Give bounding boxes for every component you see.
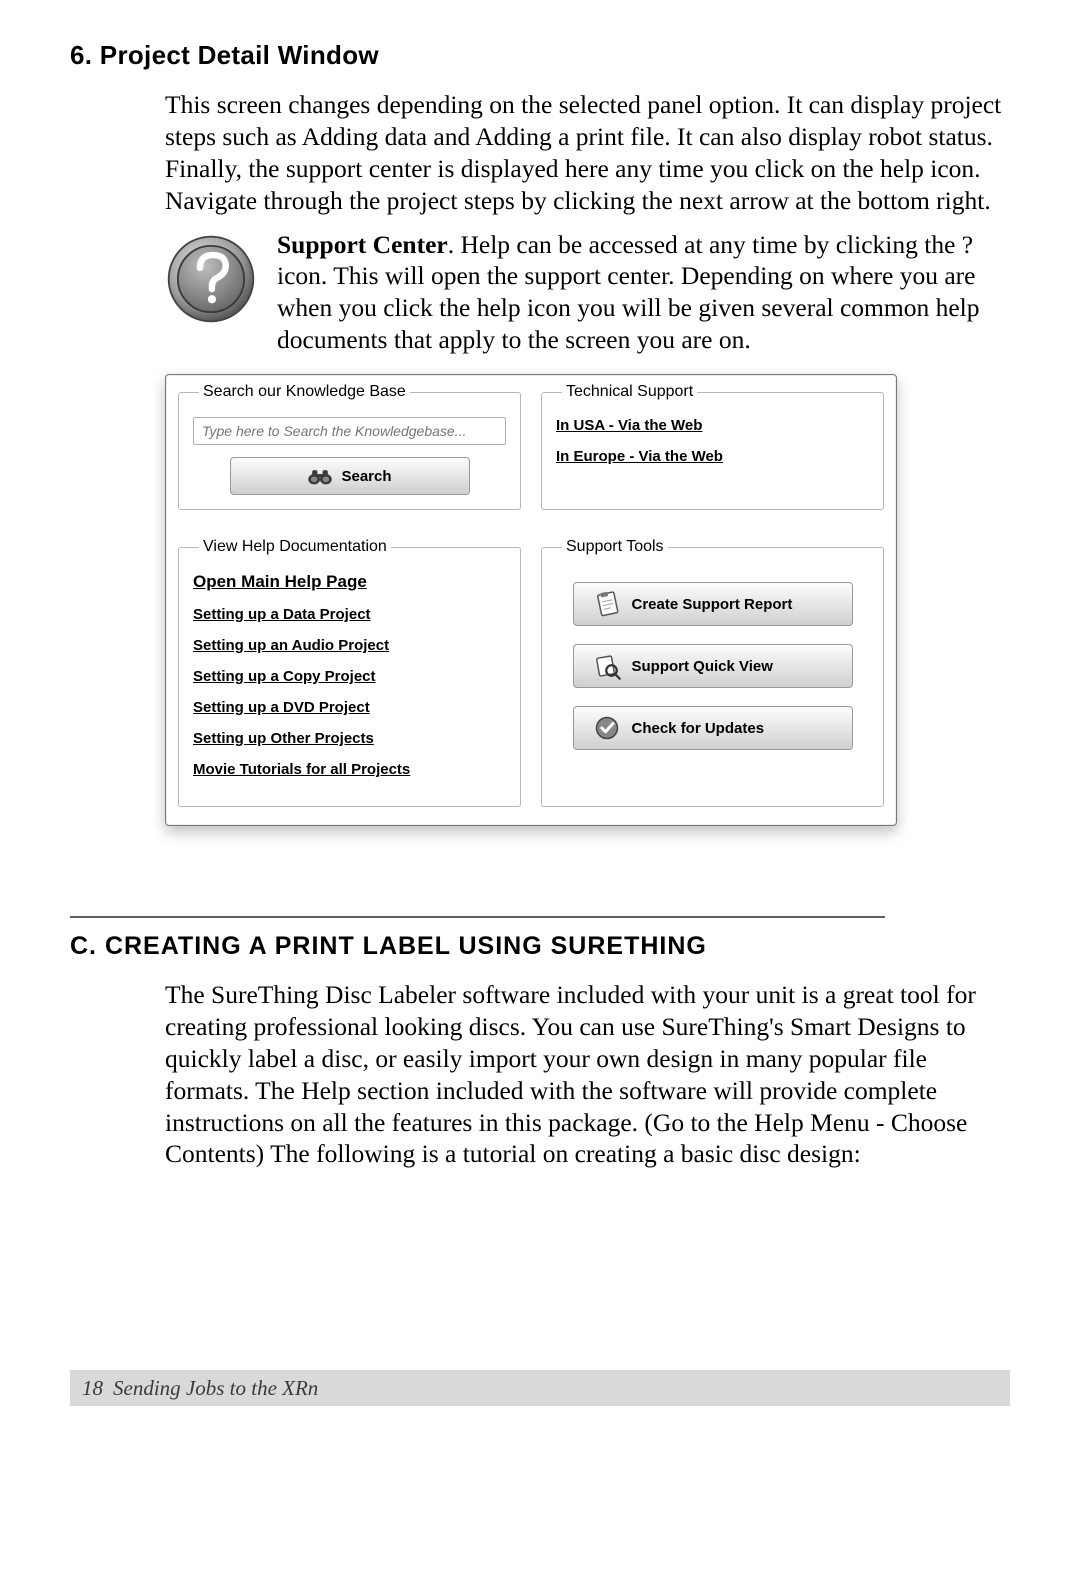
binoculars-icon	[307, 465, 333, 487]
tech-support-link-europe[interactable]: In Europe - Via the Web	[556, 448, 869, 465]
create-support-report-button[interactable]: Create Support Report	[573, 582, 853, 626]
knowledge-base-legend: Search our Knowledge Base	[199, 383, 410, 401]
tech-support-link-usa[interactable]: In USA - Via the Web	[556, 417, 869, 434]
help-doc-link-copy[interactable]: Setting up a Copy Project	[193, 668, 506, 685]
technical-support-legend: Technical Support	[562, 383, 697, 401]
magnifier-doc-icon	[592, 651, 622, 681]
check-for-updates-button[interactable]: Check for Updates	[573, 706, 853, 750]
support-quick-view-label: Support Quick View	[632, 658, 773, 675]
help-doc-link-data[interactable]: Setting up a Data Project	[193, 606, 506, 623]
check-circle-icon	[592, 713, 622, 743]
search-button-label: Search	[341, 468, 391, 485]
support-tools-group: Support Tools Create Support Report	[541, 538, 884, 807]
support-center-paragraph: Support Center. Help can be accessed at …	[277, 229, 1010, 357]
check-for-updates-label: Check for Updates	[632, 720, 765, 737]
section-6-paragraph: This screen changes depending on the sel…	[165, 89, 1010, 217]
knowledge-base-search-button[interactable]: Search	[230, 457, 470, 495]
help-docs-group: View Help Documentation Open Main Help P…	[178, 538, 521, 807]
create-support-report-label: Create Support Report	[632, 596, 793, 613]
clipboard-icon	[592, 589, 622, 619]
help-icon	[165, 229, 257, 325]
page-number: 18	[82, 1376, 103, 1401]
help-doc-link-main[interactable]: Open Main Help Page	[193, 572, 506, 592]
section-divider	[70, 916, 885, 918]
knowledge-base-search-input[interactable]	[193, 417, 506, 445]
section-c-paragraph: The SureThing Disc Labeler software incl…	[165, 979, 1010, 1170]
knowledge-base-group: Search our Knowledge Base Search	[178, 383, 521, 510]
help-doc-link-tutorials[interactable]: Movie Tutorials for all Projects	[193, 761, 506, 778]
help-docs-legend: View Help Documentation	[199, 538, 391, 556]
section-c-heading: C. Creating a Print Label Using SureThin…	[70, 932, 1010, 961]
page-footer: 18 Sending Jobs to the XRn	[70, 1370, 1010, 1406]
support-quick-view-button[interactable]: Support Quick View	[573, 644, 853, 688]
footer-title: Sending Jobs to the XRn	[113, 1376, 318, 1401]
support-tools-legend: Support Tools	[562, 538, 668, 556]
technical-support-group: Technical Support In USA - Via the Web I…	[541, 383, 884, 510]
help-doc-link-audio[interactable]: Setting up an Audio Project	[193, 637, 506, 654]
help-doc-link-dvd[interactable]: Setting up a DVD Project	[193, 699, 506, 716]
support-center-screenshot: Search our Knowledge Base Search	[165, 374, 897, 826]
help-doc-link-other[interactable]: Setting up Other Projects	[193, 730, 506, 747]
section-6-heading: 6. Project Detail Window	[70, 40, 1010, 71]
support-center-label: Support Center	[277, 230, 448, 259]
